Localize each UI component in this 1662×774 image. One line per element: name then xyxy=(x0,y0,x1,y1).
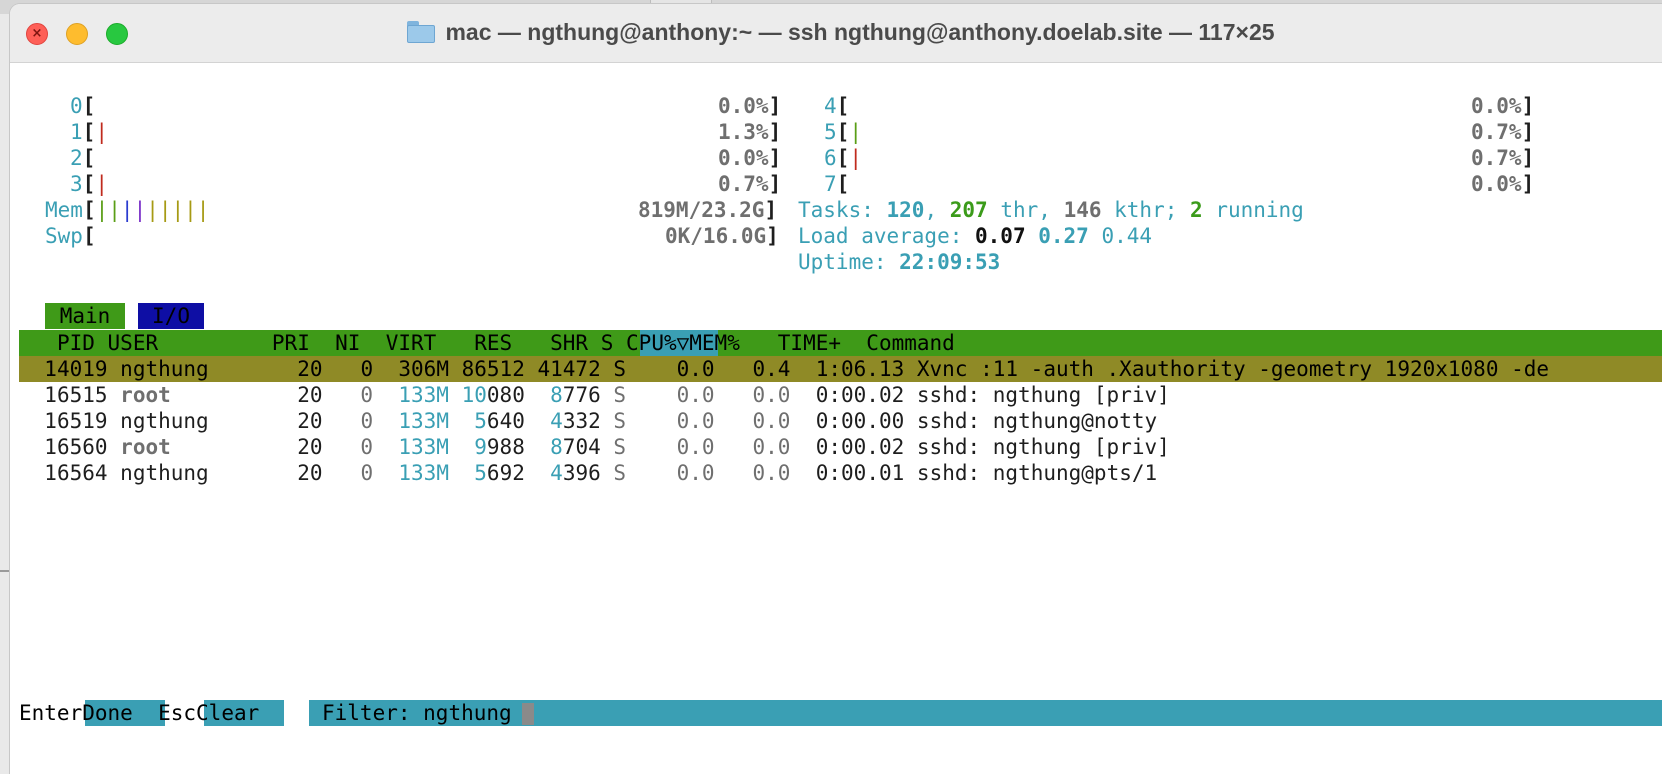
mem-meter: Mem[||||||||| xyxy=(45,198,210,222)
cpu-value-4: 0.0%] xyxy=(1471,94,1535,118)
load-average: Load average: 0.07 0.27 0.44 xyxy=(798,224,1153,248)
filter-value[interactable]: ngthung xyxy=(423,701,512,725)
footer-keys: EnterDone EscClear xyxy=(19,700,259,726)
filter-input[interactable]: Filter: ngthung xyxy=(322,700,512,726)
table-row[interactable]: 16519 ngthung 20 0 133M 5640 4332 S 0.0 … xyxy=(19,408,1157,434)
window-title-text: mac — ngthung@anthony:~ — ssh ngthung@an… xyxy=(445,19,1275,45)
cpu-value-5: 0.7%] xyxy=(1471,120,1535,144)
swp-meter: Swp[ xyxy=(45,224,96,248)
cpu-meter-6: 6[| xyxy=(824,146,862,170)
cpu-meter-4: 4[ xyxy=(824,94,850,118)
table-row[interactable]: 16564 ngthung 20 0 133M 5692 4396 S 0.0 … xyxy=(19,460,1157,486)
terminal-content[interactable]: 0[ 0.0%] 1[| 1.3%] 2[ 0.0%] 3[| 0.7%] 4[… xyxy=(10,63,1662,774)
cpu-bar: | xyxy=(95,172,108,196)
done-button[interactable]: Done xyxy=(82,701,133,725)
cpu-value-7: 0.0%] xyxy=(1471,172,1535,196)
cpu-bar: | xyxy=(849,120,862,144)
mem-value: 819M/23.2G] xyxy=(638,198,778,222)
title-bar[interactable]: × mac — ngthung@anthony:~ — ssh ngthung@… xyxy=(10,4,1662,63)
folder-icon xyxy=(407,21,436,43)
table-row[interactable]: 14019 ngthung 20 0 306M 86512 41472 S 0.… xyxy=(19,356,1549,382)
uptime: Uptime: 22:09:53 xyxy=(798,250,1001,274)
column-pid xyxy=(19,331,57,355)
cpu-value-2: 0.0%] xyxy=(718,146,782,170)
tasks-summary: Tasks: 120, 207 thr, 146 kthr; 2 running xyxy=(798,198,1304,222)
enter-key[interactable]: Enter xyxy=(19,701,82,725)
cpu-meter-7: 7[ xyxy=(824,172,850,196)
cpu-value-1: 1.3%] xyxy=(718,120,782,144)
cpu-value-3: 0.7%] xyxy=(718,172,782,196)
filter-label: Filter: xyxy=(322,701,424,725)
column-headers[interactable]: PID USER PRI NI VIRT RES SHR S CPU%▽MEM%… xyxy=(19,330,955,356)
column-cpu: CPU% xyxy=(626,331,677,355)
clear-button[interactable]: Clear xyxy=(196,701,259,725)
window-title: mac — ngthung@anthony:~ — ssh ngthung@an… xyxy=(10,17,1662,47)
cpu-meter-3: 3[| xyxy=(70,172,108,196)
cpu-bar: | xyxy=(849,146,862,170)
cpu-value-0: 0.0%] xyxy=(718,94,782,118)
text-cursor xyxy=(522,703,534,725)
tab-main[interactable]: Main xyxy=(45,303,125,329)
filter-bar xyxy=(309,700,1662,726)
tab-io[interactable]: I/O xyxy=(138,303,204,329)
table-row[interactable]: 16515 root 20 0 133M 10080 8776 S 0.0 0.… xyxy=(19,382,1169,408)
table-row[interactable]: 16560 root 20 0 133M 9988 8704 S 0.0 0.0… xyxy=(19,434,1169,460)
cpu-bar: | xyxy=(95,120,108,144)
esc-key[interactable]: Esc xyxy=(158,701,196,725)
background-window-edge xyxy=(0,570,10,572)
terminal-window: × mac — ngthung@anthony:~ — ssh ngthung@… xyxy=(10,4,1662,774)
cpu-meter-1: 1[| xyxy=(70,120,108,144)
cpu-meter-0: 0[ xyxy=(70,94,96,118)
cpu-meter-5: 5[| xyxy=(824,120,862,144)
cpu-meter-2: 2[ xyxy=(70,146,96,170)
swp-value: 0K/16.0G] xyxy=(665,224,779,248)
sort-indicator-icon: ▽ xyxy=(676,331,690,355)
cpu-value-6: 0.7%] xyxy=(1471,146,1535,170)
